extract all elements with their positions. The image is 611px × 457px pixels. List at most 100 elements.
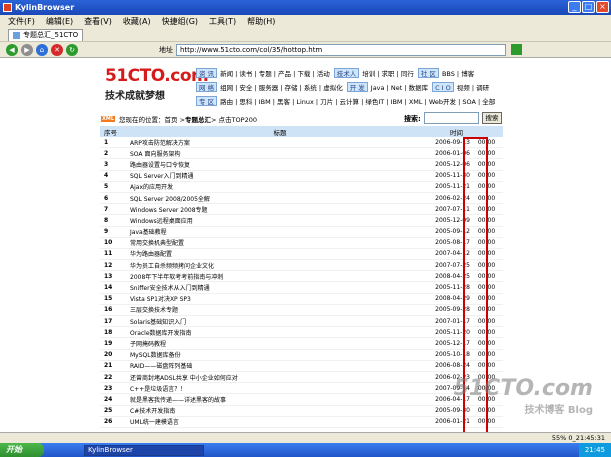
row-number: 16	[104, 306, 113, 314]
row-number: 14	[104, 284, 113, 292]
title-bar: KylinBrowser _ □ ×	[0, 0, 611, 15]
nav-badge[interactable]: C I O	[432, 82, 454, 92]
go-icon[interactable]	[511, 44, 522, 55]
row-title[interactable]: Oracle数据库开发指南	[130, 328, 430, 337]
row-title[interactable]: C++是垃圾语言？！	[130, 384, 430, 393]
maximize-button[interactable]: □	[582, 1, 595, 13]
row-title[interactable]: C#技术开发指南	[130, 406, 430, 415]
nav-links[interactable]: 组网 | 安全 | 服务器 | 存储 | 系统 | 虚拟化	[220, 82, 343, 92]
table-row: 15 Vista SP1对决XP SP3 2008-04-29 00:00	[100, 294, 503, 305]
row-title[interactable]: Windows Server 2008专题	[130, 205, 430, 214]
forward-icon[interactable]: ▶	[21, 43, 33, 56]
row-title[interactable]: Vista SP1对决XP SP3	[130, 294, 430, 303]
menu-favorites[interactable]: 收藏(A)	[123, 16, 151, 27]
taskbar-item[interactable]: KylinBrowser	[84, 444, 204, 456]
row-number: 3	[104, 160, 109, 168]
row-title[interactable]: 华为员工自杀频频拷问企业文化	[130, 261, 430, 270]
nav-links[interactable]: 新闻 | 读书 | 专题 | 产品 | 下载 | 活动	[220, 68, 330, 78]
row-title[interactable]: 就是黑客我传递——详述黑客的故事	[130, 395, 430, 404]
table-body: 1 ARP攻击防范解决方案 2006-09-13 00:00 2 SOA 面向服务架构 20…	[100, 137, 503, 428]
xml-icon[interactable]: XML	[101, 115, 116, 122]
nav-badge[interactable]: 资 讯	[196, 68, 218, 78]
row-title[interactable]: SQL Server 2008/2005全解	[130, 194, 430, 203]
nav-badge[interactable]: 开 发	[346, 82, 368, 92]
nav-badge[interactable]: 社 区	[417, 68, 439, 78]
app-icon	[3, 3, 12, 12]
tab-label: 专题总汇_51CTO	[23, 31, 79, 39]
nav-badge[interactable]: 专 区	[196, 96, 218, 106]
row-title[interactable]: 华为路由器配置	[130, 249, 430, 258]
menu-edit[interactable]: 编辑(E)	[46, 16, 73, 27]
nav-links[interactable]: BBS | 博客	[442, 68, 474, 78]
refresh-icon[interactable]: ↻	[66, 43, 78, 56]
nav-badge[interactable]: 网 络	[196, 82, 218, 92]
row-number: 2	[104, 149, 109, 157]
menu-tools[interactable]: 工具(T)	[209, 16, 236, 27]
row-title[interactable]: 还曾商封堵ADSL共享 中小企业如何应对	[130, 373, 430, 382]
row-title[interactable]: Java基础教程	[130, 227, 430, 236]
row-title[interactable]: ARP攻击防范解决方案	[130, 138, 430, 147]
site-nav: 资 讯 新闻 | 读书 | 专题 | 产品 | 下载 | 活动 技术人 培训 |…	[196, 66, 496, 108]
row-title[interactable]: 子网掩码教程	[130, 339, 430, 348]
row-title[interactable]: Sniffer安全技术从入门到精通	[130, 283, 430, 292]
row-title[interactable]: MySQL数据库备份	[130, 350, 430, 359]
row-number: 8	[104, 216, 109, 224]
search-label: 搜索:	[404, 115, 421, 123]
row-title[interactable]: UML统一建模语言	[130, 417, 430, 426]
row-title[interactable]: Windows远程桌面应用	[130, 216, 430, 225]
nav-links[interactable]: 路由 | 思科 | IBM | 黑客 | Linux | 刀片 | 云计算 | …	[220, 96, 495, 106]
row-title[interactable]: RAID——磁盘阵列基础	[130, 361, 430, 370]
table-row: 18 Oracle数据库开发指南 2005-11-20 00:00	[100, 327, 503, 339]
window-title: KylinBrowser	[15, 3, 75, 12]
row-number: 17	[104, 317, 113, 325]
row-title[interactable]: 2008年下半年软考考前指南与冲刺	[130, 272, 430, 281]
row-title[interactable]: SQL Server入门到精通	[130, 171, 430, 180]
close-button[interactable]: ×	[596, 1, 609, 13]
address-input[interactable]: http://www.51cto.com/col/35/hottop.htm	[176, 43, 506, 56]
row-title[interactable]: 三层交换技术专题	[130, 305, 430, 314]
table-row: 1 ARP攻击防范解决方案 2006-09-13 00:00	[100, 137, 503, 149]
nav-badge[interactable]: 技术人	[333, 68, 360, 78]
table-row: 26 UML统一建模语言 2006-01-21 00:00	[100, 417, 503, 428]
row-number: 7	[104, 205, 109, 213]
row-title[interactable]: SOA 面向服务架构	[130, 149, 430, 158]
stop-icon[interactable]: ✕	[51, 43, 63, 56]
menu-groups[interactable]: 快捷组(G)	[162, 16, 198, 27]
table-row: 22 还曾商封堵ADSL共享 中小企业如何应对 2006-02-23 00:00	[100, 372, 503, 384]
row-title[interactable]: 路由器设置与口令恢复	[130, 160, 430, 169]
menu-file[interactable]: 文件(F)	[8, 16, 35, 27]
address-label: 地址	[159, 45, 173, 54]
page-icon	[13, 31, 20, 39]
nav-links[interactable]: Java | Net | 数据库	[371, 82, 428, 92]
row-title[interactable]: Solaris基础知识入门	[130, 317, 430, 326]
browser-tab[interactable]: 专题总汇_51CTO	[8, 28, 84, 41]
menu-bar: 文件(F) 编辑(E) 查看(V) 收藏(A) 快捷组(G) 工具(T) 帮助(…	[0, 15, 611, 28]
site-logo[interactable]: 51CTO.com 技术成就梦想	[105, 66, 209, 106]
row-number: 10	[104, 239, 113, 247]
minimize-button[interactable]: _	[568, 1, 581, 13]
row-number: 13	[104, 272, 113, 280]
row-number: 12	[104, 261, 113, 269]
row-title[interactable]: Ajax的应用开发	[130, 182, 430, 191]
row-number: 20	[104, 351, 113, 359]
start-button[interactable]: 开始	[0, 443, 44, 457]
back-icon[interactable]: ◀	[6, 43, 18, 56]
tab-bar: 专题总汇_51CTO	[0, 28, 611, 42]
nav-links[interactable]: 培训 | 求职 | 同行	[362, 68, 414, 78]
breadcrumb-prefix[interactable]: 您现在的位置：首页 >	[119, 114, 185, 124]
table-header: 序号 标题 时间	[100, 126, 503, 137]
table-row: 3 路由器设置与口令恢复 2005-12-06 00:00	[100, 159, 503, 171]
table-row: 20 MySQL数据库备份 2005-10-18 00:00	[100, 350, 503, 361]
home-icon[interactable]: ⌂	[36, 43, 48, 56]
search-button[interactable]: 搜索	[482, 112, 502, 124]
breadcrumb-current[interactable]: 专题总汇	[185, 114, 211, 124]
menu-help[interactable]: 帮助(H)	[247, 16, 275, 27]
header-time: 时间	[450, 128, 463, 137]
nav-links[interactable]: 视频 | 调研	[457, 82, 489, 92]
row-number: 9	[104, 228, 109, 236]
menu-view[interactable]: 查看(V)	[84, 16, 112, 27]
header-title: 标题	[273, 128, 287, 137]
row-title[interactable]: 常用交换机典型配置	[130, 238, 430, 247]
status-text: 55% 0_21:45:31	[551, 434, 605, 442]
search-input[interactable]	[424, 112, 479, 124]
